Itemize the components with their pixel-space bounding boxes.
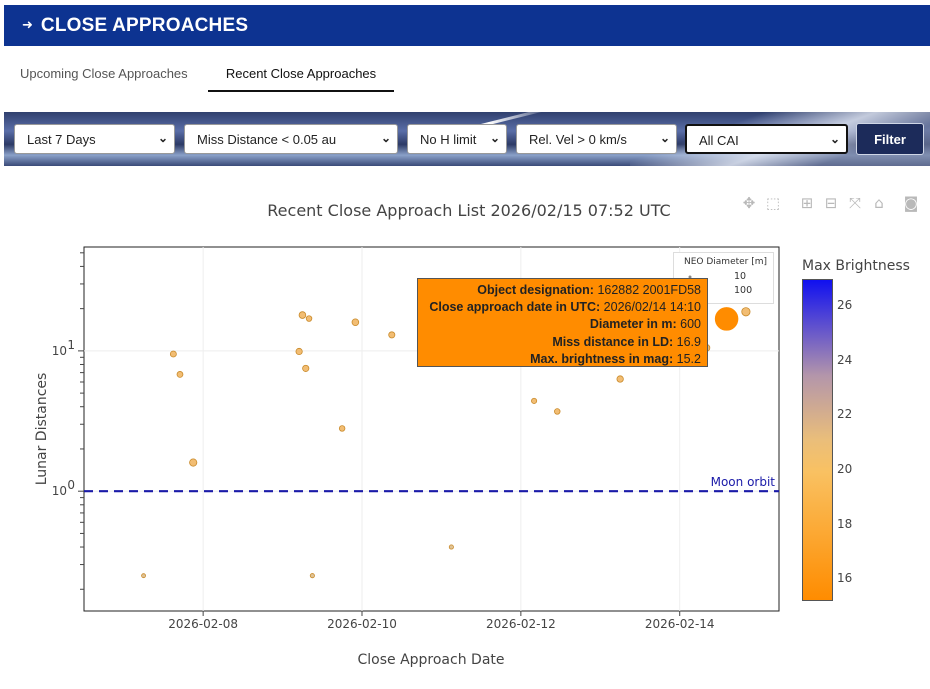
y-tick-label: 10: [52, 484, 67, 498]
size-legend-label-large: 100: [734, 285, 753, 296]
colorbar-tick-label: 18: [837, 516, 853, 531]
highlighted-data-point: [713, 305, 740, 333]
y-axis: 10 010 1: [52, 252, 84, 590]
data-point: [338, 425, 346, 432]
data-point: [531, 397, 538, 404]
tooltip-date-row: Close approach date in UTC: 2026/02/14 1…: [429, 300, 701, 315]
colorbar-title: Max Brightness: [802, 258, 910, 274]
x-tick-label: 2026-02-10: [327, 617, 397, 631]
x-tick-label: 2026-02-08: [168, 617, 238, 631]
y-tick-exponent: 0: [67, 478, 75, 492]
x-axis: 2026-02-08 2026-02-10 2026-02-12 2026-02-14: [168, 611, 715, 631]
data-point: [176, 371, 184, 378]
data-point: [295, 347, 303, 356]
y-axis-title: Lunar Distances: [34, 373, 50, 486]
tooltip-designation-row: Object designation: 162882 2001FD58: [477, 283, 701, 297]
data-point: [169, 350, 177, 358]
data-point: [616, 375, 624, 383]
data-point: [388, 331, 396, 339]
moon-orbit-label: Moon orbit: [711, 475, 776, 489]
data-point: [351, 318, 360, 327]
data-point: [302, 364, 310, 372]
data-point: [309, 573, 315, 579]
tooltip-miss-row: Miss distance in LD: 16.9: [552, 334, 701, 349]
data-point: [189, 458, 198, 467]
colorbar-tick-label: 24: [837, 352, 853, 367]
colorbar-tick-label: 20: [837, 462, 853, 477]
y-tick-label: 10: [52, 344, 67, 358]
hover-tooltip: Object designation: 162882 2001FD58 Clos…: [417, 278, 708, 367]
data-point: [448, 544, 454, 550]
colorbar-tick-label: 26: [837, 298, 853, 313]
data-point: [741, 307, 751, 317]
size-legend-label-small: 10: [734, 271, 747, 282]
y-tick-exponent: 1: [67, 338, 75, 352]
data-point: [141, 573, 146, 579]
x-tick-label: 2026-02-14: [645, 617, 715, 631]
colorbar-tick-label: 16: [837, 571, 853, 586]
data-point: [554, 408, 561, 415]
x-tick-label: 2026-02-12: [486, 617, 556, 631]
data-point: [305, 315, 313, 322]
colorbar: [802, 279, 833, 601]
tooltip-diameter-row: Diameter in m: 600: [589, 317, 701, 332]
data-point: [298, 311, 307, 319]
colorbar-tick-label: 22: [837, 407, 853, 422]
tooltip-mag-row: Max. brightness in mag: 15.2: [530, 351, 701, 366]
x-axis-title: Close Approach Date: [357, 652, 504, 668]
